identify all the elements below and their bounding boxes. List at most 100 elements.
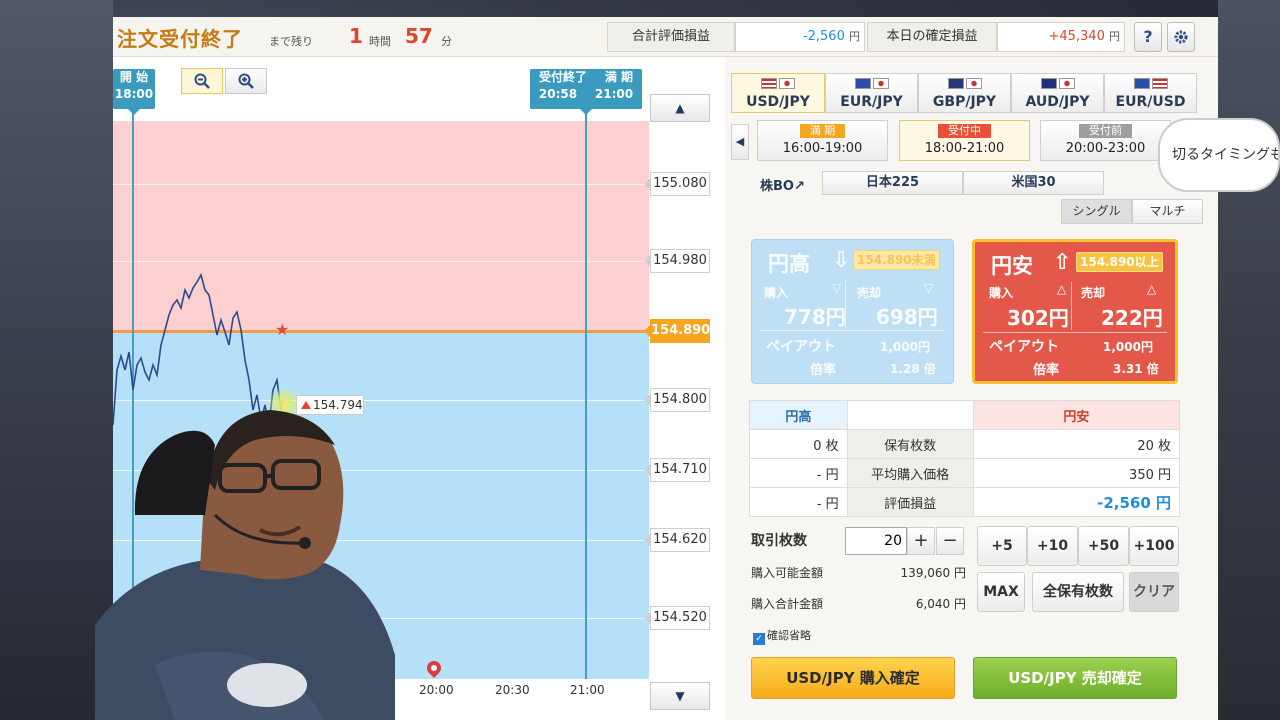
remain-minutes: 57: [405, 24, 433, 48]
divider: [760, 330, 945, 331]
skip-confirm-label: 確認省略: [767, 629, 811, 642]
card-title: 円高: [768, 252, 810, 276]
price-scroll-down-button[interactable]: ▼: [650, 682, 710, 710]
realized-pl-box: +45,340 円: [997, 22, 1125, 52]
row-label: 保有枚数: [846, 429, 974, 459]
zoom-in-button[interactable]: [225, 68, 267, 94]
add-50-button[interactable]: +50: [1078, 526, 1129, 566]
divider: [845, 280, 846, 328]
zoom-out-button[interactable]: [181, 68, 223, 94]
help-button[interactable]: ?: [1134, 22, 1162, 52]
payout-label: ペイアウト: [766, 339, 836, 355]
table-row: 円高 円安: [749, 400, 1181, 430]
single-mode-button[interactable]: シングル: [1061, 199, 1132, 224]
table-row: 0 枚 保有枚数 20 枚: [749, 429, 1181, 459]
triangle-icon: ▽: [832, 281, 842, 295]
avail-value: 139,060 円: [900, 566, 966, 580]
nikkei225-button[interactable]: 日本225: [822, 171, 963, 195]
star-icon: ★: [275, 320, 290, 339]
close-label: 受付終了: [538, 70, 587, 84]
price-tick: 154.620: [644, 528, 710, 552]
session-prev-button[interactable]: ◀: [731, 124, 749, 160]
sell-price: 698円: [876, 305, 938, 329]
card-title: 円安: [991, 254, 1033, 278]
cell-right: 20 枚: [972, 429, 1181, 459]
buy-price: 302円: [1007, 306, 1069, 330]
tab-aud-jpy[interactable]: AUD/JPY: [1011, 73, 1104, 113]
qty-minus-button[interactable]: −: [936, 527, 964, 555]
multi-mode-button[interactable]: マルチ: [1132, 199, 1203, 224]
skip-confirm-checkbox[interactable]: ✓ 確認省略: [753, 627, 811, 645]
cell-right: -2,560 円: [972, 487, 1181, 517]
payout-value: 1,000円: [880, 340, 930, 354]
rate-value: 1.28 倍: [890, 362, 936, 376]
qty-plus-button[interactable]: +: [907, 527, 935, 555]
session-3[interactable]: 受付前 20:00-23:00: [1040, 120, 1171, 161]
tab-eur-usd[interactable]: EUR/USD: [1104, 73, 1197, 113]
remain-hours: 1: [349, 24, 363, 48]
target-price-tag: 154.890: [644, 319, 710, 343]
yen-strong-card[interactable]: 円高 ⇩ 154.890未満 購入 ▽ 778円 売却 ▽ 698円 ペイアウト…: [751, 239, 954, 384]
session-time: 16:00-19:00: [782, 141, 863, 156]
buy-confirm-button[interactable]: USD/JPY 購入確定: [751, 657, 955, 699]
tab-eur-jpy[interactable]: EUR/JPY: [825, 73, 918, 113]
divider: [1071, 282, 1072, 330]
max-button[interactable]: MAX: [977, 572, 1025, 612]
eval-pl-label: 合計評価損益: [607, 22, 735, 52]
header-bar: 注文受付終了 まで残り 1 時間 57 分 合計評価損益 -2,560 円 本日…: [113, 17, 1218, 57]
session-1[interactable]: 満 期 16:00-19:00: [757, 120, 888, 161]
price-tick: 154.710: [644, 458, 710, 482]
hours-unit: 時間: [369, 35, 391, 48]
cell-left: 0 枚: [749, 429, 848, 459]
triangle-icon: ▽: [924, 281, 934, 295]
cell-left: - 円: [749, 458, 848, 488]
all-positions-button[interactable]: 全保有枚数: [1032, 572, 1124, 612]
strike-badge: 154.890以上: [1076, 252, 1163, 272]
triangle-icon: △: [1147, 282, 1157, 296]
tab-label: GBP/JPY: [932, 94, 997, 110]
session-time: 18:00-21:00: [924, 141, 1005, 156]
session-status: 受付中: [938, 124, 991, 138]
total-label: 購入合計金額: [751, 597, 824, 611]
add-10-button[interactable]: +10: [1027, 526, 1078, 566]
settings-button[interactable]: [1167, 22, 1195, 52]
total-value: 6,040 円: [915, 597, 966, 611]
tab-label: EUR/USD: [1115, 94, 1186, 110]
down-arrow-icon: ⇩: [832, 248, 851, 273]
rate-label: 倍率: [810, 363, 837, 378]
check-icon: ✓: [753, 633, 765, 645]
divider: [983, 332, 1167, 333]
rate-value: 3.31 倍: [1113, 362, 1159, 376]
session-2[interactable]: 受付中 18:00-21:00: [899, 120, 1030, 161]
stock-bo-link[interactable]: 株BO↗: [760, 175, 805, 194]
sell-confirm-button[interactable]: USD/JPY 売却確定: [973, 657, 1177, 699]
tab-label: EUR/JPY: [840, 94, 903, 110]
zoom-in-icon: [238, 73, 254, 89]
expiry-label: 満 期: [604, 70, 634, 84]
yen-weak-card[interactable]: 円安 ⇧ 154.890以上 購入 △ 302円 売却 △ 222円 ペイアウト…: [972, 239, 1178, 384]
qty-input[interactable]: [845, 527, 907, 555]
strike-badge: 154.890未満: [853, 250, 940, 270]
price-scroll-up-button[interactable]: ▲: [650, 94, 710, 122]
payout-label: ペイアウト: [989, 339, 1059, 355]
tab-usd-jpy[interactable]: USD/JPY: [731, 73, 825, 113]
add-5-button[interactable]: +5: [977, 526, 1027, 566]
remain-label: まで残り: [269, 35, 313, 48]
cell-left: - 円: [749, 487, 848, 517]
start-label: 開 始: [119, 70, 149, 84]
add-100-button[interactable]: +100: [1129, 526, 1179, 566]
close-expiry-marker: 受付終了 満 期 20:58 21:00: [530, 69, 642, 115]
col-header-left: 円高: [749, 400, 848, 430]
tab-gbp-jpy[interactable]: GBP/JPY: [918, 73, 1011, 113]
zoom-out-icon: [194, 73, 210, 89]
buy-price: 778円: [784, 305, 846, 329]
eval-pl-value: -2,560: [802, 29, 845, 44]
buy-label: 購入: [989, 286, 1014, 300]
minutes-unit: 分: [441, 35, 452, 48]
sell-label: 売却: [857, 286, 882, 300]
clear-button[interactable]: クリア: [1129, 572, 1179, 612]
dow30-button[interactable]: 米国30: [963, 171, 1104, 195]
start-marker: 開 始 18:00: [113, 69, 155, 115]
tab-label: AUD/JPY: [1025, 94, 1090, 110]
sell-price: 222円: [1101, 306, 1163, 330]
